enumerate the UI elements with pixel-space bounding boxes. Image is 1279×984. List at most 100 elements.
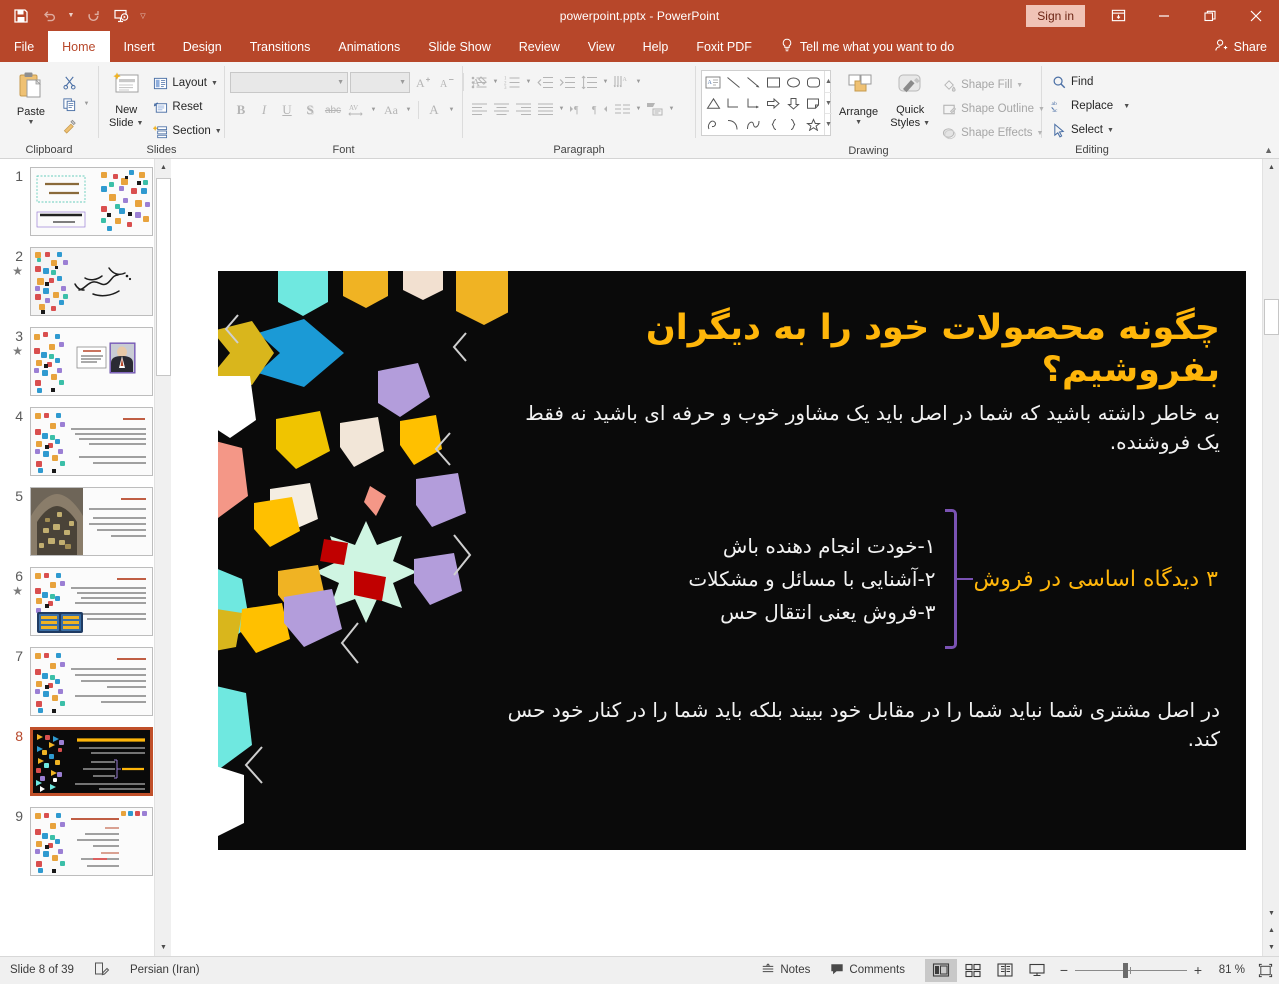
line-spacing-button[interactable] <box>578 71 600 93</box>
quick-styles-dropdown-icon[interactable]: ▼ <box>923 120 930 127</box>
tab-transitions[interactable]: Transitions <box>236 31 325 62</box>
section-dropdown-icon[interactable]: ▼ <box>215 128 222 135</box>
text-shadow-button[interactable]: S <box>299 99 321 121</box>
new-slide-button[interactable]: New Slide ▼ <box>104 68 148 131</box>
scroll-up-icon[interactable]: ▲ <box>1263 159 1279 176</box>
shape-arrow-icon[interactable] <box>743 72 763 93</box>
font-size-combo[interactable]: ▼ <box>350 72 410 93</box>
shape-elbow-arrow-icon[interactable] <box>743 93 763 114</box>
scroll-down-icon[interactable]: ▼ <box>155 939 171 956</box>
bullets-button[interactable] <box>468 71 490 93</box>
arrange-button[interactable]: Arrange ▼ <box>834 70 883 128</box>
notes-button[interactable]: Notes <box>751 957 820 984</box>
tab-insert[interactable]: Insert <box>110 31 169 62</box>
shape-freeform-icon[interactable] <box>703 114 723 135</box>
select-button[interactable]: Select ▼ <box>1047 119 1118 141</box>
shape-oval-icon[interactable] <box>783 72 803 93</box>
save-icon[interactable] <box>8 4 34 28</box>
find-button[interactable]: Find <box>1047 71 1097 93</box>
bold-button[interactable]: B <box>230 99 252 121</box>
list-item[interactable]: 2 ★ <box>0 247 171 316</box>
replace-dropdown-icon[interactable]: ▼ <box>1123 103 1130 110</box>
slide-thumbnail[interactable] <box>30 327 153 396</box>
justify-button[interactable] <box>534 98 556 120</box>
shape-folded-corner-icon[interactable] <box>803 93 823 114</box>
close-icon[interactable] <box>1233 0 1279 31</box>
thumbnail-scrollbar[interactable]: ▲ ▼ <box>154 159 171 956</box>
line-spacing-dropdown-icon[interactable]: ▼ <box>600 71 611 93</box>
cut-button[interactable] <box>57 71 92 93</box>
chevron-down-icon[interactable]: ▼ <box>399 79 406 86</box>
zoom-out-button[interactable]: − <box>1053 957 1075 984</box>
slide-sorter-icon[interactable] <box>957 959 989 982</box>
zoom-slider[interactable] <box>1075 957 1187 984</box>
ribbon-display-options-icon[interactable] <box>1095 0 1141 31</box>
scrollbar-thumb[interactable] <box>1264 299 1279 335</box>
tab-view[interactable]: View <box>574 31 629 62</box>
italic-button[interactable]: I <box>253 99 275 121</box>
numbering-button[interactable]: 123 <box>501 71 523 93</box>
text-direction-button[interactable]: A <box>611 71 633 93</box>
smartart-dropdown-icon[interactable]: ▼ <box>666 98 677 120</box>
tab-foxit-pdf[interactable]: Foxit PDF <box>682 31 766 62</box>
shape-arc-icon[interactable] <box>723 114 743 135</box>
gallery-scroll-up-icon[interactable]: ▲ <box>825 71 832 92</box>
scroll-down-icon[interactable]: ▼ <box>1263 905 1279 922</box>
strikethrough-button[interactable]: abc <box>322 99 344 121</box>
convert-to-smartart-button[interactable] <box>644 98 666 120</box>
scroll-up-icon[interactable]: ▲ <box>155 159 171 176</box>
slide-thumbnail[interactable] <box>30 407 153 476</box>
layout-button[interactable]: Layout ▼ <box>148 72 225 94</box>
restore-icon[interactable] <box>1187 0 1233 31</box>
decrease-font-size-button[interactable]: A <box>436 71 458 93</box>
undo-icon[interactable] <box>36 4 62 28</box>
tab-review[interactable]: Review <box>505 31 574 62</box>
slide-thumbnail[interactable] <box>30 167 153 236</box>
sign-in-button[interactable]: Sign in <box>1026 5 1085 27</box>
redo-icon[interactable] <box>80 4 106 28</box>
left-to-right-button[interactable]: ¶ <box>567 98 589 120</box>
section-button[interactable]: Section ▼ <box>148 120 225 142</box>
slide-title[interactable]: چگونه محصولات خود را به دیگران بفروشیم؟ <box>460 307 1220 391</box>
tab-file[interactable]: File <box>0 31 48 62</box>
list-item[interactable]: 3 ★ <box>0 327 171 396</box>
spell-check-button[interactable] <box>84 957 120 984</box>
shape-right-arrow-icon[interactable] <box>763 93 783 114</box>
list-item[interactable]: 4 <box>0 407 171 476</box>
layout-dropdown-icon[interactable]: ▼ <box>211 80 218 87</box>
copy-dropdown-icon[interactable]: ▼ <box>81 93 92 115</box>
scrollbar-thumb[interactable] <box>156 178 171 376</box>
change-case-button[interactable]: Aa <box>380 99 402 121</box>
list-item[interactable]: 9 <box>0 807 171 876</box>
share-button[interactable]: Share <box>1214 31 1279 62</box>
shape-rounded-rect-icon[interactable] <box>803 72 823 93</box>
slide-thumbnail[interactable] <box>30 487 153 556</box>
text-direction-dropdown-icon[interactable]: ▼ <box>633 71 644 93</box>
minimize-icon[interactable] <box>1141 0 1187 31</box>
shape-fill-dropdown-icon[interactable]: ▼ <box>1016 82 1023 89</box>
shape-triangle-icon[interactable] <box>703 93 723 114</box>
list-item[interactable]: 6 ★ <box>0 567 171 636</box>
tab-slide-show[interactable]: Slide Show <box>414 31 505 62</box>
slide-thumbnail[interactable] <box>30 567 153 636</box>
slide-show-icon[interactable] <box>1021 959 1053 982</box>
font-color-button[interactable]: A <box>423 99 445 121</box>
tab-help[interactable]: Help <box>629 31 683 62</box>
chevron-down-icon[interactable]: ▼ <box>337 79 344 86</box>
fit-to-window-button[interactable] <box>1251 957 1279 984</box>
bullets-dropdown-icon[interactable]: ▼ <box>490 71 501 93</box>
slide-thumbnail[interactable] <box>30 807 153 876</box>
reset-button[interactable]: Reset <box>148 96 225 118</box>
collapse-ribbon-icon[interactable]: ▲ <box>1264 145 1273 155</box>
quick-styles-button[interactable]: Quick Styles ▼ <box>886 70 934 131</box>
shape-fill-button[interactable]: Shape Fill ▼ <box>937 74 1049 96</box>
zoom-slider-handle[interactable] <box>1123 963 1128 978</box>
gallery-scroll-down-icon[interactable]: ▼ <box>825 92 832 114</box>
slide-footer-text[interactable]: در اصل مشتری شما نباید شما را در مقابل خ… <box>500 696 1220 754</box>
character-spacing-button[interactable]: AV <box>345 99 367 121</box>
arrange-dropdown-icon[interactable]: ▼ <box>855 119 862 126</box>
comments-button[interactable]: Comments <box>820 957 915 984</box>
shape-rectangle-icon[interactable] <box>763 72 783 93</box>
justify-dropdown-icon[interactable]: ▼ <box>556 98 567 120</box>
paste-button[interactable]: Paste ▼ <box>5 68 57 128</box>
